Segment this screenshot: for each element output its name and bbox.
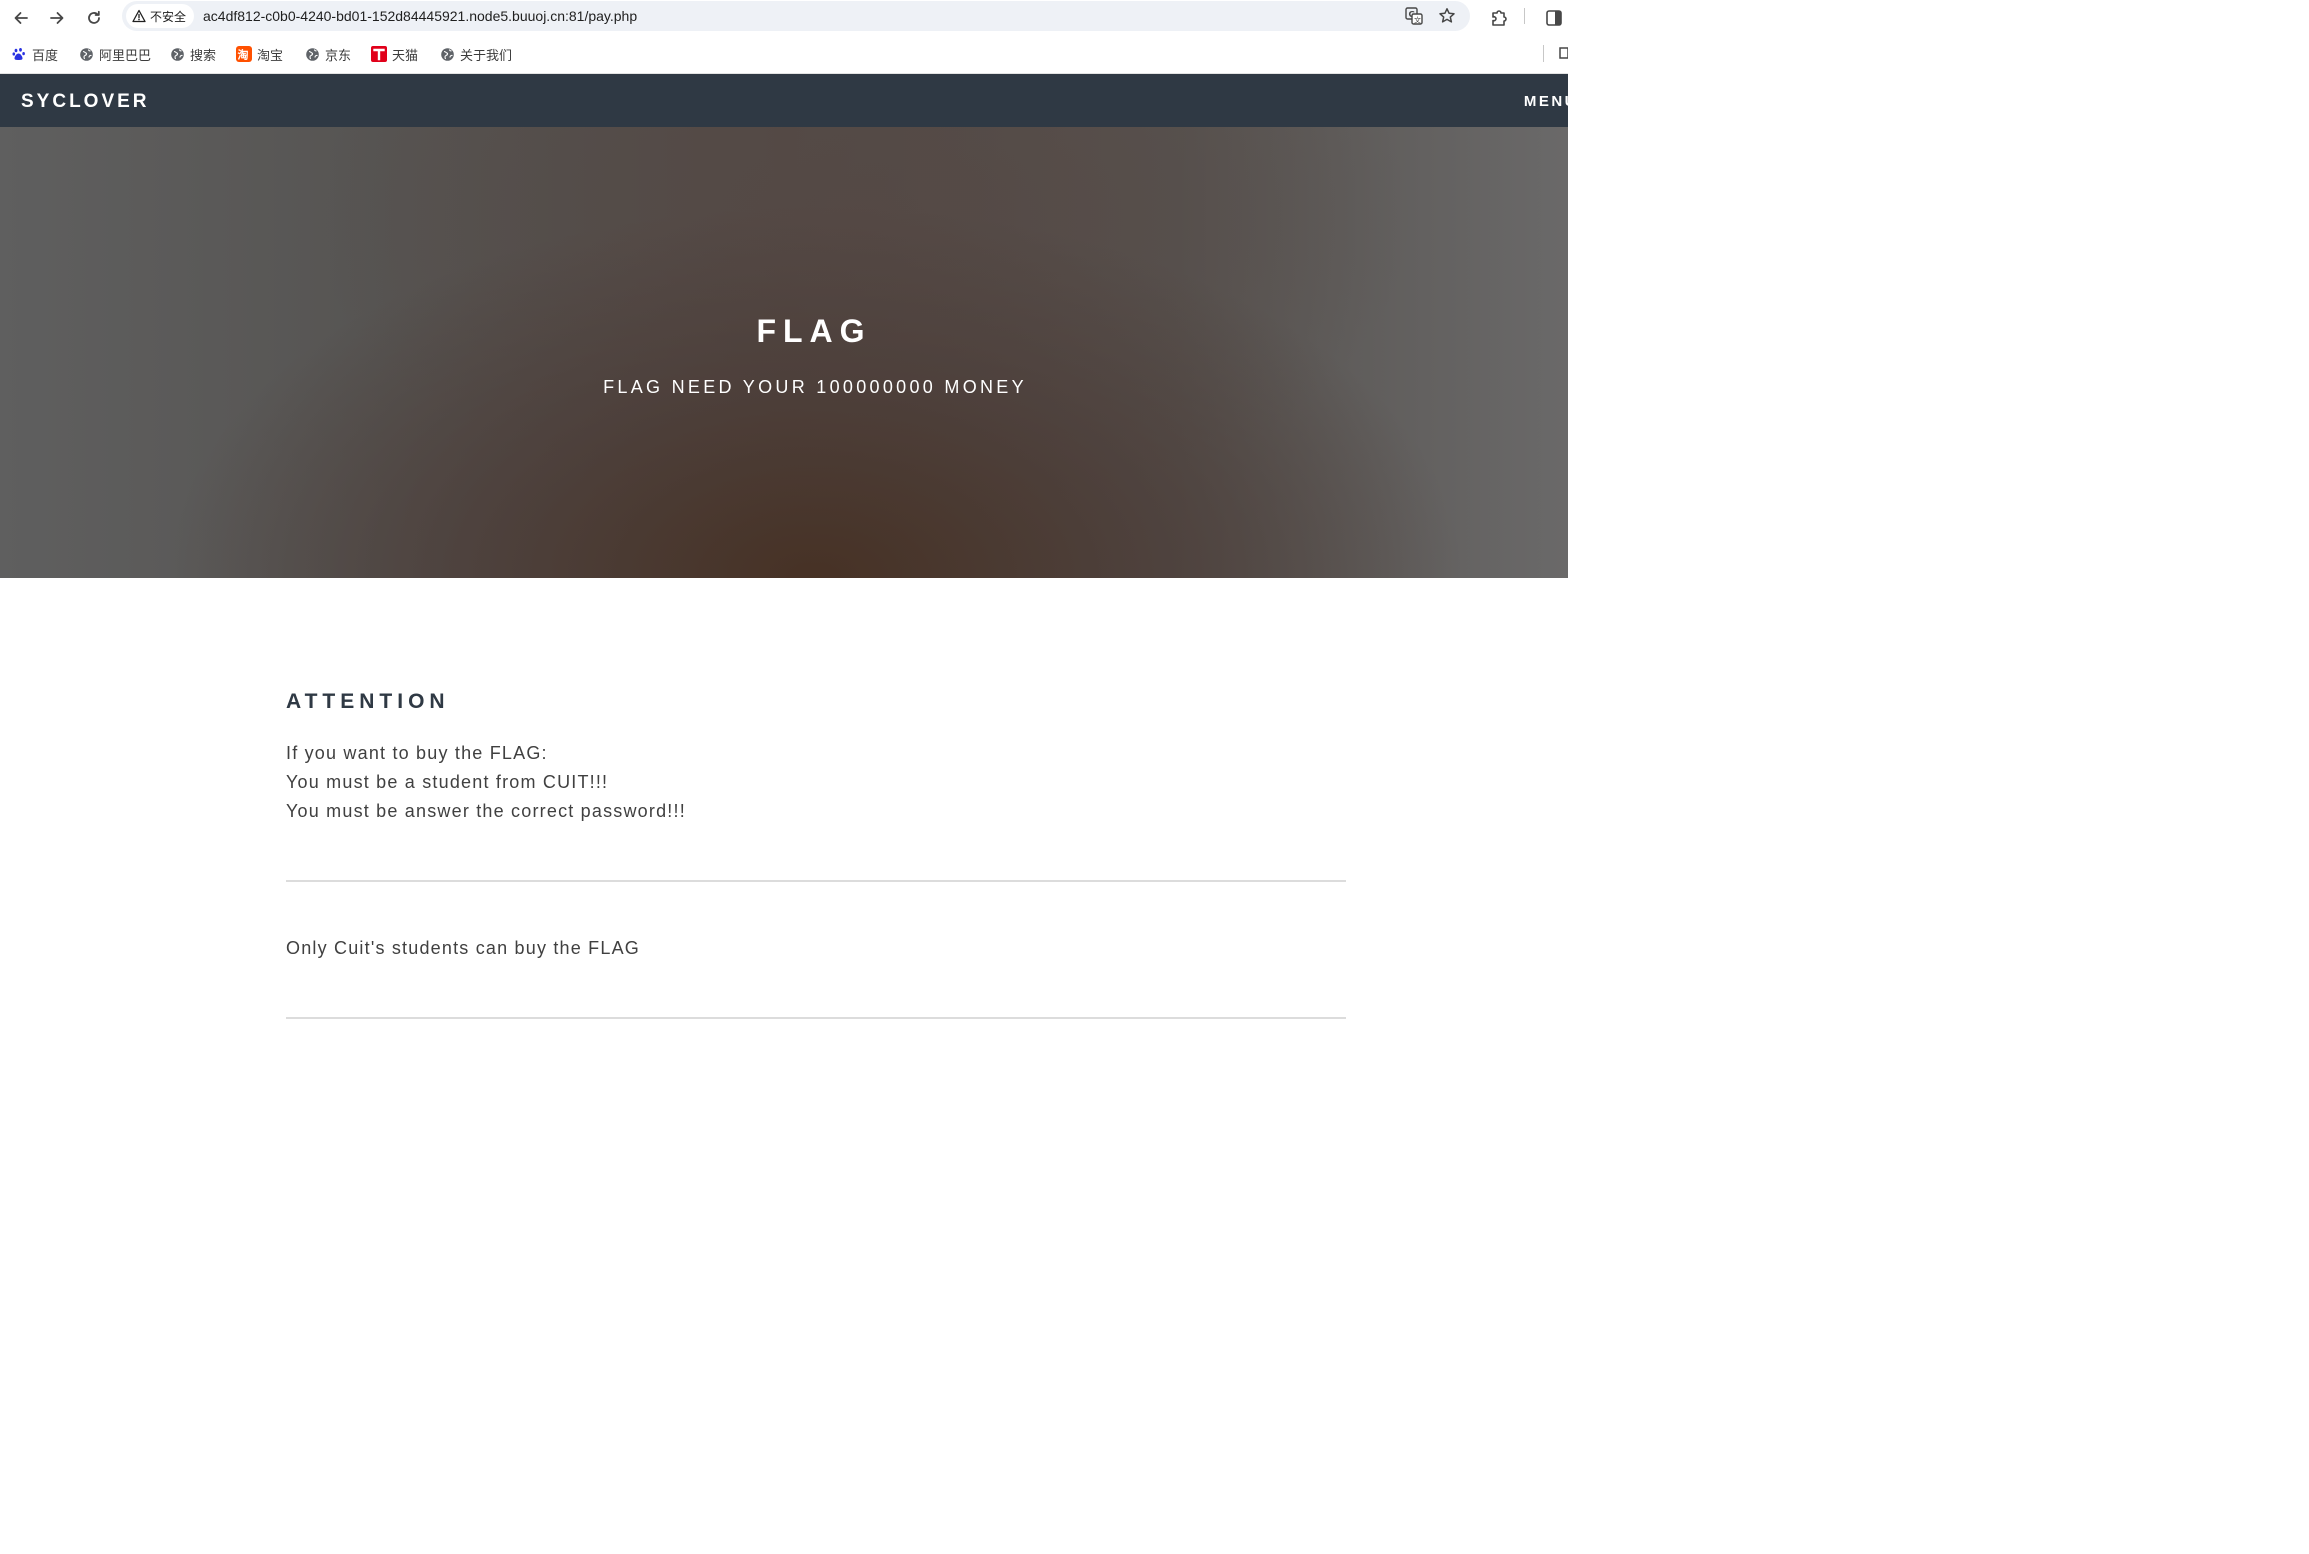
svg-text:淘: 淘 bbox=[238, 48, 249, 62]
extensions-button[interactable] bbox=[1485, 4, 1513, 32]
side-panel-button[interactable] bbox=[1540, 4, 1568, 32]
bookmark-item[interactable]: 百度 bbox=[11, 45, 58, 63]
translate-button[interactable]: G 文 bbox=[1402, 4, 1426, 28]
reload-icon bbox=[88, 10, 100, 24]
toolbar-divider bbox=[1524, 8, 1525, 24]
bookmark-item[interactable]: 天猫 bbox=[371, 45, 418, 63]
globe-icon bbox=[78, 46, 94, 62]
arrow-right-icon bbox=[50, 12, 64, 24]
browser-toolbar: 不安全 ac4df812-c0b0-4240-bd01-152d84445921… bbox=[0, 0, 1568, 36]
globe-icon bbox=[304, 46, 320, 62]
puzzle-icon bbox=[1492, 10, 1507, 26]
address-bar[interactable]: 不安全 ac4df812-c0b0-4240-bd01-152d84445921… bbox=[122, 1, 1470, 31]
forward-button[interactable] bbox=[43, 4, 71, 32]
bookmark-label: 阿里巴巴 bbox=[99, 47, 152, 63]
globe-icon bbox=[439, 46, 455, 62]
baidu-paw-icon bbox=[11, 46, 27, 62]
bookmark-item[interactable]: 阿里巴巴 bbox=[78, 45, 151, 63]
globe-icon bbox=[169, 46, 185, 62]
all-bookmarks-button[interactable] bbox=[1558, 46, 1569, 60]
bookmarks-divider bbox=[1543, 45, 1544, 62]
bookmark-star-button[interactable] bbox=[1435, 4, 1459, 28]
attention-line: You must be answer the correct password!… bbox=[286, 801, 686, 821]
security-label: 不安全 bbox=[150, 9, 187, 24]
back-button[interactable] bbox=[7, 4, 35, 32]
bookmarks-bar: 百度 阿里巴巴 搜索 淘 淘宝 京东 天猫 关于我们 bbox=[0, 36, 1568, 74]
bookmark-label: 关于我们 bbox=[460, 47, 513, 63]
side-panel-icon bbox=[1546, 10, 1562, 26]
attention-heading: ATTENTION bbox=[286, 690, 450, 713]
attention-line: You must be a student from CUIT!!! bbox=[286, 772, 609, 792]
site-navbar: SYCLOVER MENU bbox=[0, 74, 1575, 127]
bookmark-label: 天猫 bbox=[392, 47, 419, 63]
tmall-icon bbox=[371, 46, 387, 62]
notice-text: Only Cuit's students can buy the FLAG bbox=[286, 938, 640, 958]
hero-title: FLAG bbox=[756, 313, 872, 349]
bookmark-label: 搜索 bbox=[190, 47, 217, 63]
url-text[interactable]: ac4df812-c0b0-4240-bd01-152d84445921.nod… bbox=[203, 8, 637, 24]
bookmark-item[interactable]: 搜索 bbox=[169, 45, 216, 63]
menu-button[interactable]: MENU bbox=[1524, 93, 1578, 110]
site-brand[interactable]: SYCLOVER bbox=[21, 91, 150, 113]
bookmark-item[interactable]: 淘 淘宝 bbox=[236, 45, 283, 63]
section-divider bbox=[286, 1017, 1346, 1019]
svg-text:文: 文 bbox=[1414, 15, 1421, 24]
hero-subtitle: FLAG NEED YOUR 100000000 MONEY bbox=[603, 377, 1027, 397]
arrow-left-icon bbox=[14, 12, 28, 24]
attention-line: If you want to buy the FLAG: bbox=[286, 743, 548, 763]
section-divider bbox=[286, 880, 1346, 882]
folder-icon bbox=[1559, 47, 1569, 59]
bookmark-label: 百度 bbox=[32, 47, 59, 63]
reload-button[interactable] bbox=[80, 4, 108, 32]
bookmark-item[interactable]: 关于我们 bbox=[439, 45, 512, 63]
hero-section: FLAG FLAG NEED YOUR 100000000 MONEY bbox=[0, 127, 1568, 578]
taobao-icon: 淘 bbox=[236, 46, 252, 62]
security-indicator[interactable]: 不安全 bbox=[126, 4, 195, 28]
translate-icon: G 文 bbox=[1405, 7, 1423, 25]
bookmark-label: 京东 bbox=[325, 47, 352, 63]
star-icon bbox=[1439, 8, 1455, 23]
warning-triangle-icon bbox=[132, 9, 146, 23]
bookmark-label: 淘宝 bbox=[257, 47, 284, 63]
bookmark-item[interactable]: 京东 bbox=[304, 45, 351, 63]
